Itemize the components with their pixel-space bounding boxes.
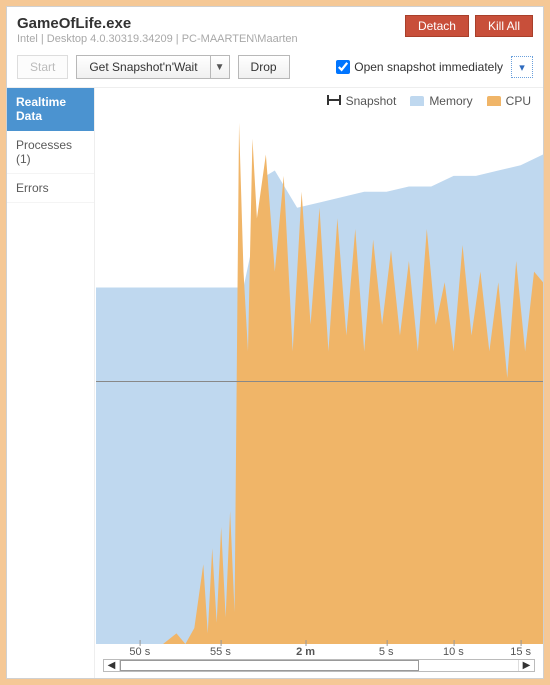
x-axis: 50 s 55 s 2 m 5 s 10 s 15 s ◀ ▶ — [95, 644, 543, 678]
scroll-thumb[interactable] — [120, 660, 419, 671]
header-titles: GameOfLife.exe Intel | Desktop 4.0.30319… — [17, 15, 298, 45]
open-snapshot-checkbox[interactable] — [336, 60, 350, 74]
chevron-down-icon: ▾ — [519, 61, 525, 74]
snapshot-wait-dropdown[interactable]: ▼ — [210, 55, 230, 79]
x-tick: 55 s — [210, 646, 231, 658]
sidebar-item-errors[interactable]: Errors — [7, 174, 94, 203]
x-tick: 2 m — [296, 646, 315, 658]
body: Realtime Data Processes (1) Errors Snaps… — [7, 87, 543, 678]
x-tick: 5 s — [379, 646, 394, 658]
start-button[interactable]: Start — [17, 55, 68, 79]
legend-memory-label: Memory — [429, 94, 472, 108]
sidebar-item-processes[interactable]: Processes (1) — [7, 131, 94, 174]
header: GameOfLife.exe Intel | Desktop 4.0.30319… — [7, 7, 543, 51]
chart-canvas — [96, 112, 543, 644]
app-title: GameOfLife.exe — [17, 15, 298, 32]
snapshot-split-button: Get Snapshot'n'Wait ▼ — [76, 55, 229, 79]
realtime-chart[interactable] — [95, 112, 543, 644]
legend-snapshot-label: Snapshot — [346, 94, 397, 108]
scroll-track[interactable] — [120, 660, 518, 671]
sidebar-item-realtime[interactable]: Realtime Data — [7, 88, 94, 131]
toolbar: Start Get Snapshot'n'Wait ▼ Drop Open sn… — [7, 51, 543, 87]
x-tick: 15 s — [510, 646, 531, 658]
x-tick: 50 s — [129, 646, 150, 658]
legend-cpu-label: CPU — [506, 94, 531, 108]
sidebar-item-label: Processes (1) — [16, 138, 72, 166]
timeline-scrollbar[interactable]: ◀ ▶ — [103, 659, 535, 672]
header-actions: Detach Kill All — [405, 15, 533, 37]
app-subtitle: Intel | Desktop 4.0.30319.34209 | PC-MAA… — [17, 33, 298, 45]
open-snapshot-label: Open snapshot immediately — [354, 60, 503, 74]
memory-swatch-icon — [410, 96, 424, 106]
legend-memory: Memory — [410, 94, 472, 108]
x-tick: 10 s — [443, 646, 464, 658]
toolbar-overflow-menu[interactable]: ▾ — [511, 56, 533, 78]
x-axis-ticks: 50 s 55 s 2 m 5 s 10 s 15 s — [95, 644, 543, 659]
kill-all-button[interactable]: Kill All — [475, 15, 533, 37]
profiler-window: GameOfLife.exe Intel | Desktop 4.0.30319… — [6, 6, 544, 679]
scroll-right-arrow[interactable]: ▶ — [518, 660, 534, 671]
sidebar: Realtime Data Processes (1) Errors — [7, 88, 95, 678]
sidebar-item-label: Realtime Data — [16, 95, 66, 123]
legend-snapshot: Snapshot — [327, 94, 397, 108]
sidebar-item-label: Errors — [16, 181, 49, 195]
snapshot-wait-button[interactable]: Get Snapshot'n'Wait — [76, 55, 209, 79]
open-snapshot-check[interactable]: Open snapshot immediately — [336, 60, 503, 74]
snapshot-icon — [327, 94, 341, 108]
chart-legend: Snapshot Memory CPU — [95, 88, 543, 112]
main: Snapshot Memory CPU 50 s 55 s 2 m 5 s 10 s — [95, 88, 543, 678]
cpu-swatch-icon — [487, 96, 501, 106]
scroll-left-arrow[interactable]: ◀ — [104, 660, 120, 671]
chart-wrap: 50 s 55 s 2 m 5 s 10 s 15 s ◀ ▶ — [95, 112, 543, 678]
detach-button[interactable]: Detach — [405, 15, 469, 37]
drop-button[interactable]: Drop — [238, 55, 290, 79]
chart-baseline — [96, 381, 543, 382]
legend-cpu: CPU — [487, 94, 531, 108]
